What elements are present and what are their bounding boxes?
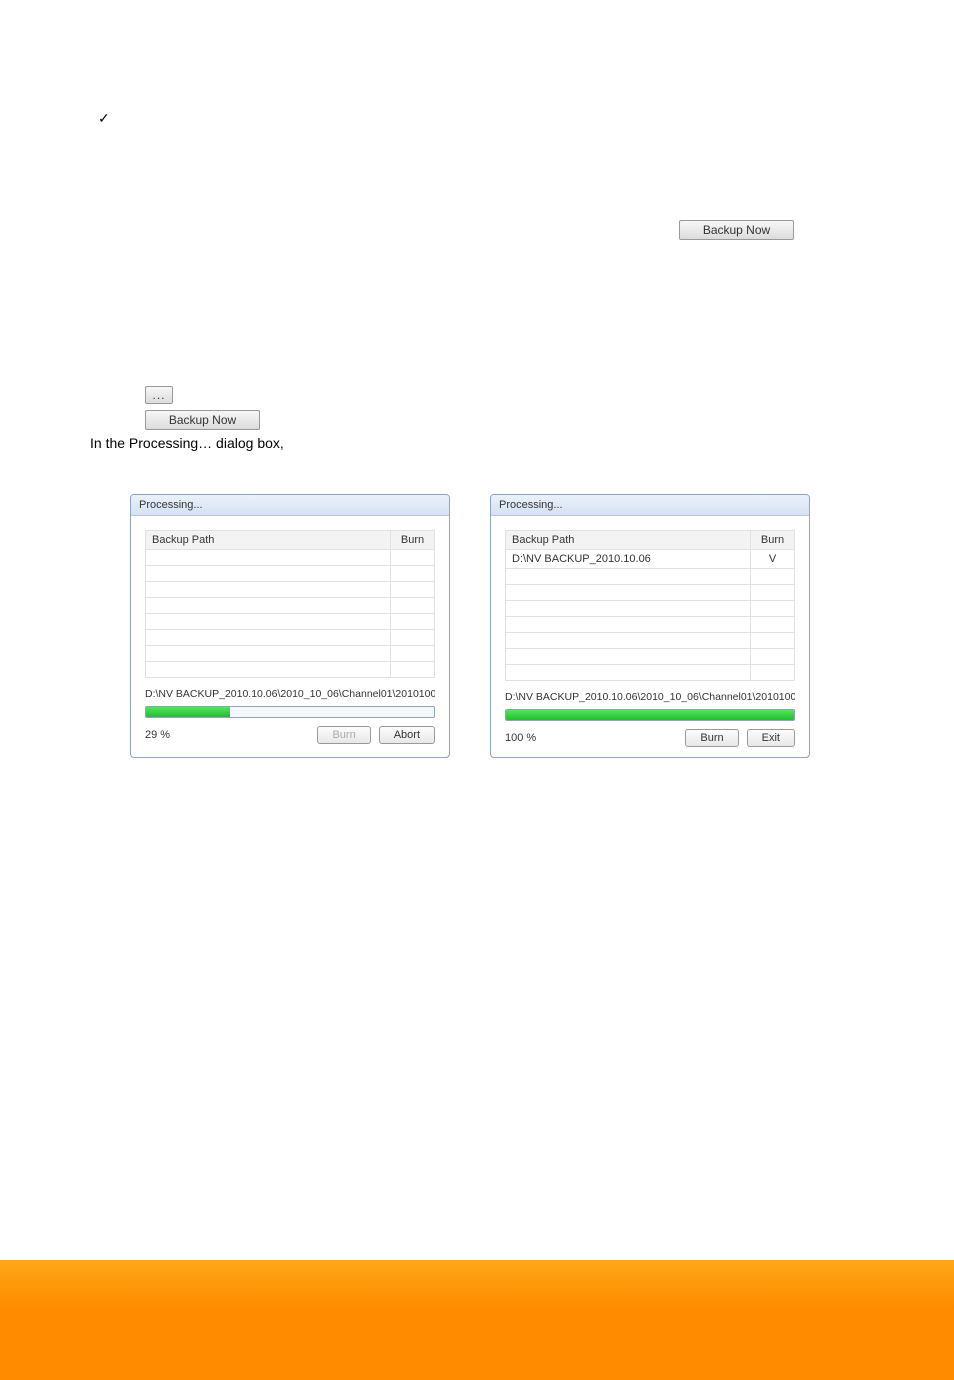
dialog-screenshots-row: Processing... Backup Path Burn D: [130,494,904,758]
progress-bar [145,706,435,718]
table-row [506,616,795,632]
burn-button[interactable]: Burn [317,726,370,744]
table-row [146,549,435,565]
table-row: D:\NV BACKUP_2010.10.06 V [506,549,795,568]
progress-bar [505,709,795,721]
percent-label: 29 % [145,729,170,741]
table-row [146,597,435,613]
progress-fill [506,710,794,720]
col-backup-path: Backup Path [506,530,751,549]
backup-now-button[interactable]: Backup Now [679,220,794,240]
browse-button[interactable]: ... [145,386,173,404]
table-row [146,613,435,629]
table-row [506,648,795,664]
path-label: D:\NV BACKUP_2010.10.06\2010_10_06\Chann… [145,688,435,700]
backup-table: Backup Path Burn D:\NV BACKUP_2010.10.06… [505,530,795,681]
table-row [146,645,435,661]
table-row [506,664,795,680]
processing-dialog-2: Processing... Backup Path Burn D:\NV BAC… [490,494,810,758]
table-row [146,629,435,645]
col-burn: Burn [391,530,435,549]
progress-fill [146,707,230,717]
checkmark-icon: ✓ [98,110,110,127]
abort-button[interactable]: Abort [379,726,435,744]
dialog-title: Processing... [491,495,809,516]
cell-path: D:\NV BACKUP_2010.10.06 [506,549,751,568]
body-text: In the Processing… dialog box, [90,434,904,454]
table-row [146,581,435,597]
page-footer [0,1260,954,1380]
processing-dialog-1: Processing... Backup Path Burn D: [130,494,450,758]
table-row [506,568,795,584]
cell-burn: V [751,549,795,568]
table-row [506,600,795,616]
dialog-title: Processing... [131,495,449,516]
burn-button[interactable]: Burn [685,729,738,747]
table-row [146,565,435,581]
col-burn: Burn [751,530,795,549]
table-row [506,584,795,600]
table-row [146,661,435,677]
table-row [506,632,795,648]
path-label: D:\NV BACKUP_2010.10.06\2010_10_06\Chann… [505,691,795,703]
exit-button[interactable]: Exit [747,729,795,747]
percent-label: 100 % [505,732,536,744]
col-backup-path: Backup Path [146,530,391,549]
backup-now-button-2[interactable]: Backup Now [145,410,260,430]
backup-table: Backup Path Burn [145,530,435,678]
